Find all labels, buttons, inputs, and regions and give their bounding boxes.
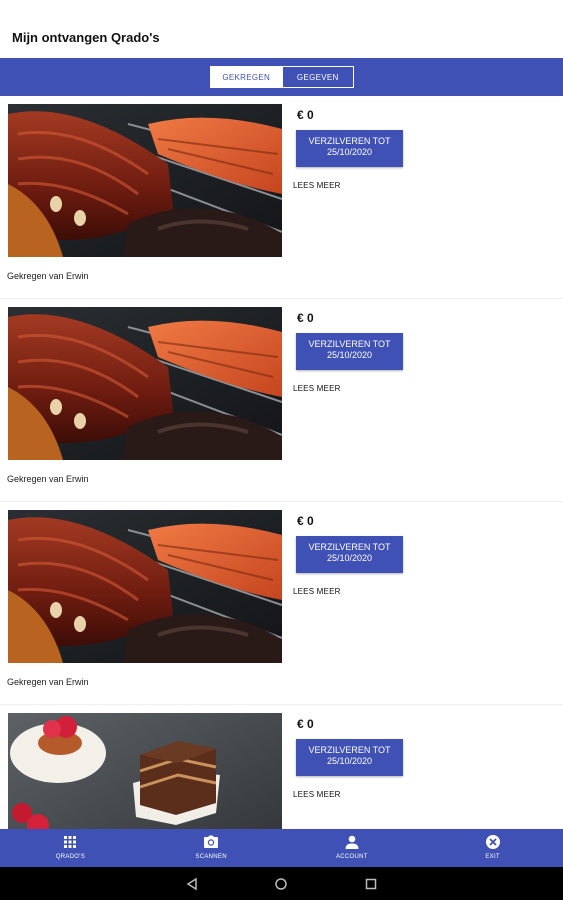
redeem-button[interactable]: VERZILVEREN TOT 25/10/2020 <box>296 333 403 370</box>
card-amount: € 0 <box>297 108 314 122</box>
tab-label: ACCOUNT <box>335 854 368 860</box>
redeem-button[interactable]: VERZILVEREN TOT 25/10/2020 <box>296 739 403 776</box>
read-more-link[interactable]: LEES MEER <box>293 790 341 799</box>
qrado-card[interactable]: € 0 VERZILVEREN TOT 25/10/2020 LEES MEER… <box>0 502 563 705</box>
bottom-tab-bar: QRADO'S SCANNEN ACCOUNT EXIT <box>0 829 563 867</box>
tab-received[interactable]: GEKREGEN <box>211 67 282 87</box>
read-more-link[interactable]: LEES MEER <box>293 587 341 596</box>
close-circle-icon <box>485 835 500 849</box>
tab-account[interactable]: ACCOUNT <box>282 829 423 867</box>
page-title: Mijn ontvangen Qrado's <box>12 30 160 45</box>
ribs-photo <box>8 104 282 257</box>
redeem-label: VERZILVEREN TOT <box>308 542 391 552</box>
qrado-card[interactable]: € 0 VERZILVEREN TOT 25/10/2020 LEES MEER <box>0 705 563 829</box>
qrado-card[interactable]: € 0 VERZILVEREN TOT 25/10/2020 LEES MEER… <box>0 299 563 502</box>
ribs-photo <box>8 510 282 663</box>
tab-label: EXIT <box>485 854 500 860</box>
system-nav-bar <box>0 867 563 900</box>
back-icon[interactable] <box>185 877 199 891</box>
ribs-photo <box>8 307 282 460</box>
app-header: Mijn ontvangen Qrado's <box>0 0 563 58</box>
read-more-link[interactable]: LEES MEER <box>293 181 341 190</box>
card-amount: € 0 <box>297 717 314 731</box>
grid-icon <box>64 836 77 848</box>
segment-bar: GEKREGEN GEGEVEN <box>0 58 563 96</box>
tab-given[interactable]: GEGEVEN <box>281 67 353 87</box>
redeem-date: 25/10/2020 <box>326 553 373 563</box>
card-sender: Gekregen van Erwin <box>7 677 89 687</box>
tab-scan[interactable]: SCANNEN <box>141 829 282 867</box>
read-more-link[interactable]: LEES MEER <box>293 384 341 393</box>
card-image-ribs[interactable] <box>8 307 282 460</box>
card-sender: Gekregen van Erwin <box>7 271 89 281</box>
redeem-button[interactable]: VERZILVEREN TOT 25/10/2020 <box>296 536 403 573</box>
tab-exit[interactable]: EXIT <box>422 829 563 867</box>
recents-icon[interactable] <box>364 877 378 891</box>
card-image-ribs[interactable] <box>8 104 282 257</box>
qrado-card[interactable]: € 0 VERZILVEREN TOT 25/10/2020 LEES MEER… <box>0 96 563 299</box>
redeem-date: 25/10/2020 <box>326 147 373 157</box>
tab-label: SCANNEN <box>195 854 227 860</box>
qrado-list[interactable]: € 0 VERZILVEREN TOT 25/10/2020 LEES MEER… <box>0 96 563 829</box>
tab-qrados[interactable]: QRADO'S <box>0 829 141 867</box>
card-amount: € 0 <box>297 311 314 325</box>
home-icon[interactable] <box>274 877 288 891</box>
tab-label: QRADO'S <box>55 854 85 860</box>
redeem-label: VERZILVEREN TOT <box>308 136 391 146</box>
dessert-photo <box>8 713 282 829</box>
card-image-ribs[interactable] <box>8 510 282 663</box>
redeem-date: 25/10/2020 <box>326 350 373 360</box>
redeem-button[interactable]: VERZILVEREN TOT 25/10/2020 <box>296 130 403 167</box>
card-image-dessert[interactable] <box>8 713 282 829</box>
redeem-label: VERZILVEREN TOT <box>308 339 391 349</box>
redeem-label: VERZILVEREN TOT <box>308 745 391 755</box>
person-icon <box>345 835 359 849</box>
segmented-control: GEKREGEN GEGEVEN <box>210 66 354 88</box>
card-amount: € 0 <box>297 514 314 528</box>
camera-icon <box>204 835 219 848</box>
card-sender: Gekregen van Erwin <box>7 474 89 484</box>
redeem-date: 25/10/2020 <box>326 756 373 766</box>
